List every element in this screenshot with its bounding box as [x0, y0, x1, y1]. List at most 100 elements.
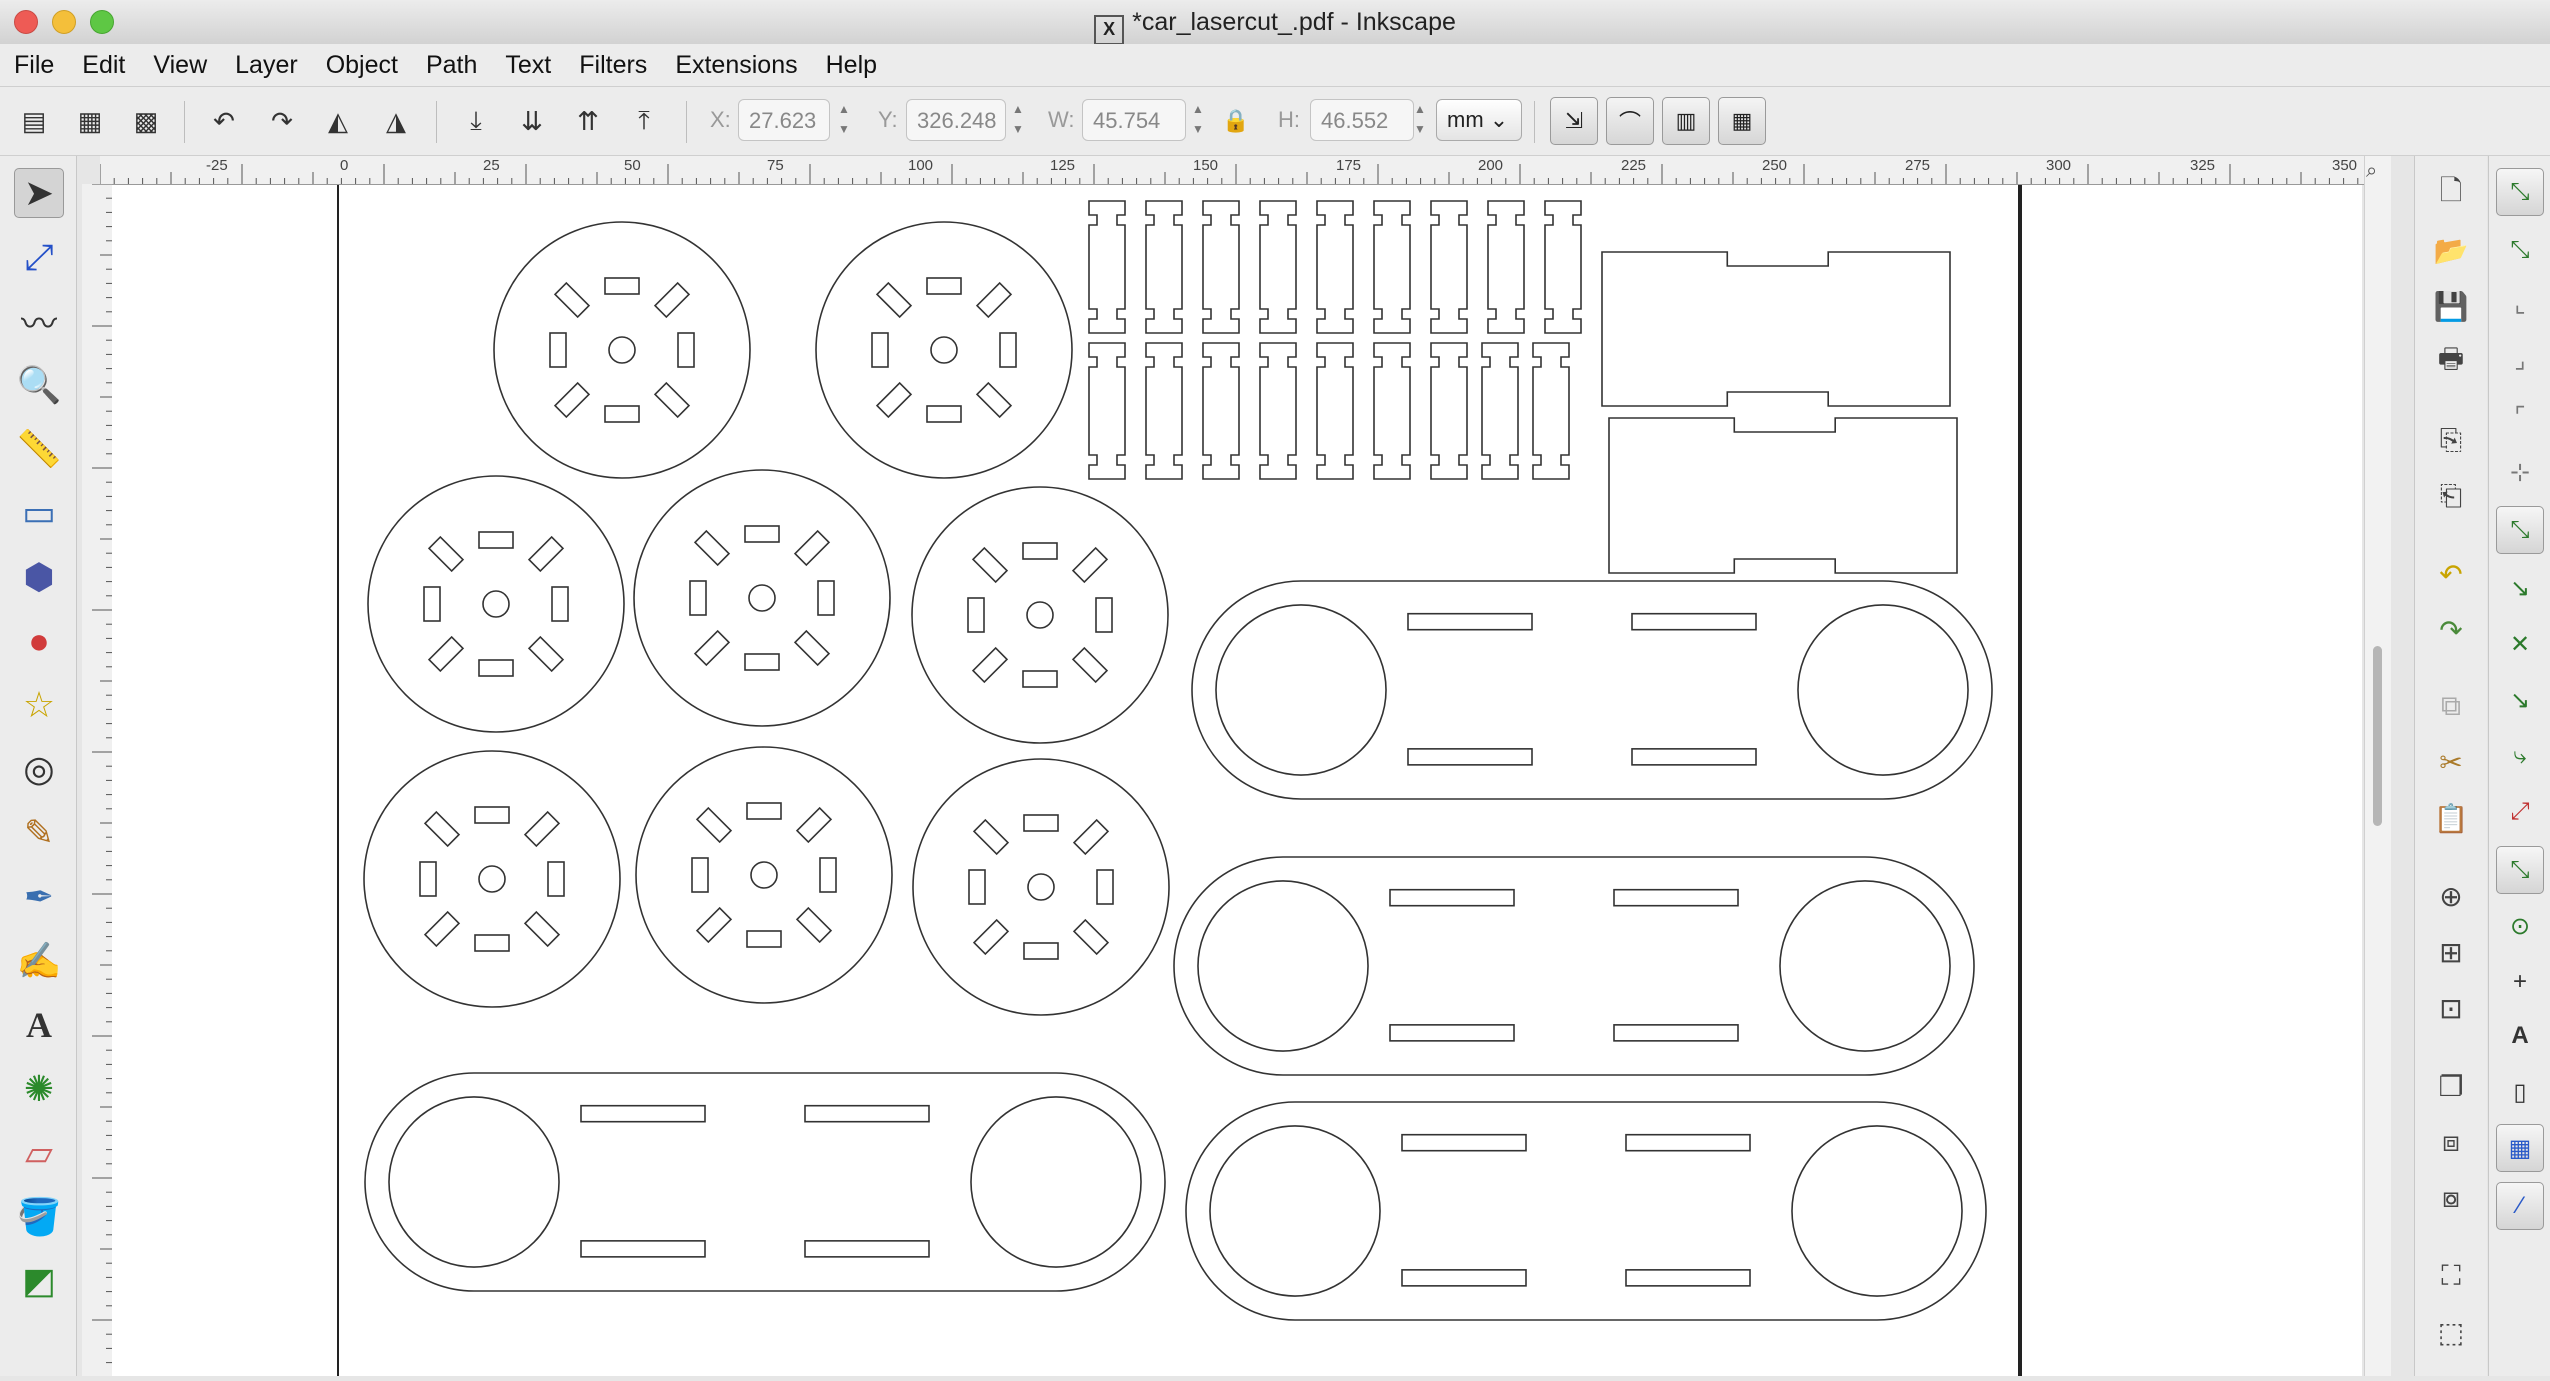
unit-select[interactable]: mm ⌄ [1436, 99, 1522, 141]
ellipse-tool-icon[interactable]: ● [14, 616, 64, 666]
wheel-slot[interactable] [819, 857, 837, 893]
rotate-cw-icon[interactable]: ↷ [262, 101, 302, 141]
wheel-slot[interactable] [653, 281, 691, 319]
star-tool-icon[interactable]: ☆ [14, 680, 64, 730]
chassis-slot[interactable] [1613, 888, 1739, 907]
wheel-slot[interactable] [744, 525, 780, 543]
wheel-slot[interactable] [423, 910, 461, 948]
wheel-slot[interactable] [551, 586, 569, 622]
scale-stroke-toggle[interactable]: ⇲ [1550, 97, 1598, 145]
wheel-slot[interactable] [795, 906, 833, 944]
wheel-axle-hole[interactable] [1027, 873, 1055, 901]
snap-cusp-nodes-icon[interactable]: ↘ [2496, 676, 2544, 724]
zoom-tool-icon[interactable]: 🔍 [14, 360, 64, 410]
paste-icon[interactable]: 📋 [2431, 798, 2471, 838]
snap-smooth-nodes-icon[interactable]: ⤷ [2496, 732, 2544, 780]
vertical-scrollbar[interactable] [2364, 156, 2391, 1376]
wheel-slot[interactable] [677, 332, 695, 368]
flip-horizontal-icon[interactable]: ◭ [318, 101, 358, 141]
chassis-slot[interactable] [1631, 612, 1757, 631]
wheel-slot[interactable] [553, 381, 591, 419]
save-icon[interactable]: 💾 [2431, 286, 2471, 326]
wheel-slot[interactable] [1022, 542, 1058, 560]
chassis-wheel-cutout[interactable] [970, 1096, 1142, 1268]
connector-piece[interactable] [1316, 200, 1354, 334]
connector-piece[interactable] [1145, 342, 1183, 480]
redo-icon[interactable]: ↷ [2431, 610, 2471, 650]
zoom-page-icon[interactable]: ⊡ [2431, 988, 2471, 1028]
menu-view[interactable]: View [139, 44, 221, 86]
chassis-plate[interactable] [1191, 580, 1993, 800]
chassis-wheel-cutout[interactable] [388, 1096, 560, 1268]
snap-guides-icon[interactable]: ∕ [2496, 1182, 2544, 1230]
zoom-corner-icon[interactable]: ⌕ [2366, 160, 2377, 183]
duplicate-icon[interactable]: ❐ [2431, 1066, 2471, 1106]
wheel-slot[interactable] [817, 580, 835, 616]
wheel-slot[interactable] [975, 281, 1013, 319]
chassis-slot[interactable] [1401, 1133, 1527, 1152]
wheel-slot[interactable] [695, 906, 733, 944]
wheel-slot[interactable] [875, 381, 913, 419]
h-field[interactable]: 46.552 [1310, 99, 1414, 141]
menu-text[interactable]: Text [491, 44, 565, 86]
menu-help[interactable]: Help [812, 44, 891, 86]
wheel-slot[interactable] [1023, 942, 1059, 960]
selector-tool-icon[interactable]: ➤ [14, 168, 64, 218]
wheel-outline[interactable] [633, 469, 891, 727]
chassis-plate[interactable] [1185, 1101, 1987, 1321]
wheel-slot[interactable] [523, 910, 561, 948]
connector-piece[interactable] [1202, 200, 1240, 334]
wheel-slot[interactable] [926, 277, 962, 295]
wheel-slot[interactable] [478, 531, 514, 549]
wheel-outline[interactable] [911, 486, 1169, 744]
chassis-slot[interactable] [1407, 748, 1533, 766]
snap-bbox-icon[interactable]: ⤡ [2496, 226, 2544, 274]
eraser-tool-icon[interactable]: ▱ [14, 1128, 64, 1178]
wheel-slot[interactable] [478, 659, 514, 677]
chassis-slot[interactable] [1625, 1269, 1751, 1287]
wheel-slot[interactable] [693, 529, 731, 567]
wheel-slot[interactable] [1072, 818, 1110, 856]
menu-filters[interactable]: Filters [565, 44, 661, 86]
wheel-slot[interactable] [653, 381, 691, 419]
clone-icon[interactable]: ⧈ [2431, 1122, 2471, 1162]
copy-icon[interactable]: ⧉ [2431, 686, 2471, 726]
drawing-canvas[interactable] [112, 185, 2362, 1376]
ungroup-icon[interactable]: ⬚ [2431, 1312, 2471, 1352]
wheel-slot[interactable] [693, 629, 731, 667]
gradient-tool-icon[interactable]: ◩ [14, 1256, 64, 1306]
chassis-wheel-cutout[interactable] [1215, 604, 1387, 776]
x-field[interactable]: 27.623 [738, 99, 830, 141]
menu-edit[interactable]: Edit [68, 44, 139, 86]
connector-piece[interactable] [1532, 342, 1570, 480]
wheel-axle-hole[interactable] [930, 336, 958, 364]
open-icon[interactable]: 📂 [2431, 230, 2471, 270]
select-all-layers-icon[interactable]: ▦ [70, 101, 110, 141]
paint-bucket-tool-icon[interactable]: 🪣 [14, 1192, 64, 1242]
snap-page-border-icon[interactable]: ▯ [2496, 1068, 2544, 1116]
lock-icon[interactable]: 🔒 [1216, 101, 1256, 141]
scroll-thumb[interactable] [2373, 646, 2382, 826]
wheel-axle-hole[interactable] [748, 584, 776, 612]
unlink-clone-icon[interactable]: ⧇ [2431, 1178, 2471, 1218]
chassis-wheel-cutout[interactable] [1197, 880, 1369, 1052]
connector-piece[interactable] [1481, 342, 1519, 480]
snap-midpoints-icon[interactable]: ⤢ [2496, 788, 2544, 836]
body-panel[interactable] [1608, 417, 1958, 574]
chassis-slot[interactable] [1625, 1133, 1751, 1152]
connector-piece[interactable] [1088, 200, 1126, 334]
wheel-slot[interactable] [744, 653, 780, 671]
wheel-slot[interactable] [474, 806, 510, 824]
connector-piece[interactable] [1259, 200, 1297, 334]
text-tool-icon[interactable]: A [14, 1000, 64, 1050]
chassis-plate[interactable] [364, 1072, 1166, 1292]
vertical-ruler[interactable] [82, 183, 113, 1376]
wheel-slot[interactable] [474, 934, 510, 952]
chassis-slot[interactable] [1389, 888, 1515, 907]
chassis-plate[interactable] [1173, 856, 1975, 1076]
wheel-slot[interactable] [875, 281, 913, 319]
snap-nodes-icon[interactable]: ⤡ [2496, 506, 2544, 554]
connector-piece[interactable] [1316, 342, 1354, 480]
group-icon[interactable]: ⛶ [2431, 1256, 2471, 1296]
pen-tool-icon[interactable]: ✒ [14, 872, 64, 922]
